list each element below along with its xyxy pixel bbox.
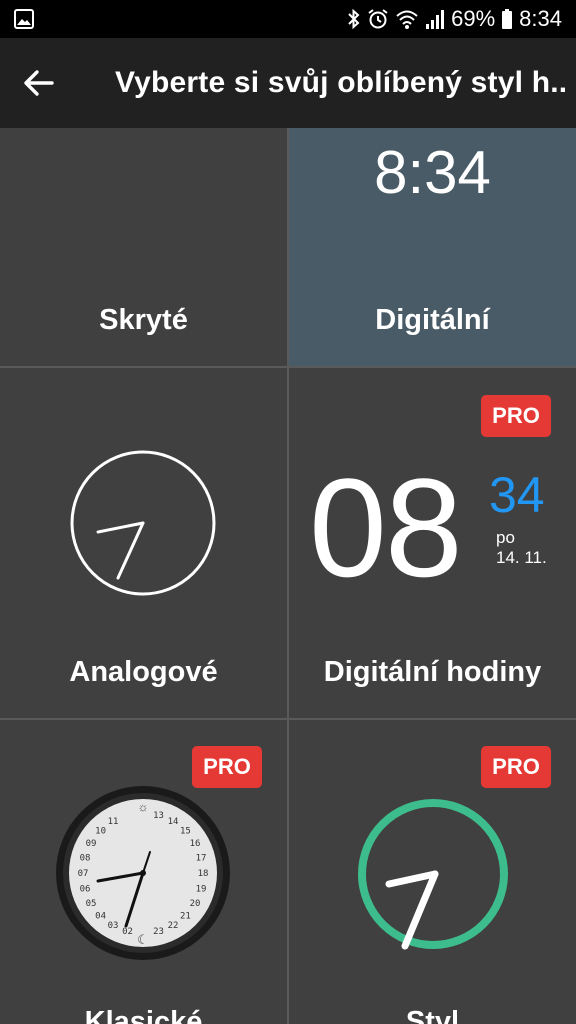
grid-divider (0, 366, 576, 368)
style-label: Analogové (69, 656, 218, 688)
style-label: Styl (405, 1006, 460, 1024)
dial-number: 08 (80, 854, 91, 864)
alarm-icon (368, 9, 388, 29)
dial-number: 11 (108, 817, 119, 827)
style-label: Digitální (375, 304, 490, 336)
clock-time: 8:34 (519, 6, 562, 31)
style-option-hidden[interactable]: Skryté (0, 128, 287, 366)
dial-number: 21 (180, 911, 191, 921)
style-option-digital-clock[interactable]: PRO 08 34 po 14. 11. Digitální hodiny (289, 368, 576, 718)
clock-date: 14. 11. (496, 548, 547, 567)
style-option-classic[interactable]: PRO 13 14 15 16 17 18 19 20 21 22 23 11 10 09 08 07 06 05… (0, 720, 287, 1024)
dial-number: 04 (95, 911, 106, 921)
app-bar: Vyberte si svůj oblíbený styl h... (0, 38, 576, 128)
dial-number: 16 (190, 839, 201, 849)
dial-number: 23 (153, 927, 164, 937)
battery-icon (502, 9, 513, 29)
style-option-style[interactable]: PRO Styl (289, 720, 576, 1024)
dial-number: 07 (78, 869, 89, 879)
clock-day: po (496, 528, 515, 547)
style-clock-preview (358, 799, 508, 950)
dial-number: 09 (86, 839, 97, 849)
style-label: Digitální hodiny (323, 656, 542, 688)
image-icon (14, 9, 34, 29)
dial-number: 19 (196, 885, 207, 895)
dial-number: 05 (86, 899, 97, 909)
battery-percent: 69% (451, 6, 496, 31)
dial-number: 02 (122, 927, 133, 937)
style-grid: Skryté 8:34 Digitální Analogové PRO 08 3… (0, 128, 576, 1024)
style-label: Klasické (84, 1006, 203, 1024)
dial-number: 20 (190, 899, 201, 909)
clock-hour: 08 (309, 449, 463, 606)
arrow-left-icon[interactable] (22, 66, 56, 100)
style-label: Skryté (99, 304, 188, 336)
dial-number: 14 (168, 817, 179, 827)
classic-clock-preview: 13 1415 16 17 18 19 20 2122 23 1110 09 08 07 06 05 0403… (56, 786, 230, 960)
dial-number: 15 (180, 827, 191, 837)
dial-number: 10 (95, 827, 106, 837)
signal-icon (426, 10, 445, 29)
pro-badge: PRO (192, 746, 262, 788)
dial-number: 13 (153, 811, 164, 821)
style-option-analog[interactable]: Analogové (0, 368, 287, 718)
dial-number: 17 (196, 854, 207, 864)
grid-divider (287, 128, 289, 1024)
dial-number: 03 (108, 921, 119, 931)
pro-badge: PRO (481, 746, 551, 788)
style-option-digital[interactable]: 8:34 Digitální (289, 128, 576, 366)
dial-number: 18 (198, 869, 209, 879)
clock-minute: 34 (489, 467, 545, 523)
moon-icon: ☾ (137, 932, 149, 947)
analog-clock-preview (70, 450, 216, 596)
bluetooth-icon (348, 8, 360, 30)
digital-time-preview: 8:34 (374, 139, 491, 206)
wifi-icon (396, 10, 418, 29)
dial-number: 06 (80, 885, 91, 895)
dial-number: 22 (168, 921, 179, 931)
status-bar: 69% 8:34 (0, 0, 576, 38)
page-title: Vyberte si svůj oblíbený styl h... (115, 66, 565, 99)
pro-badge: PRO (481, 395, 551, 437)
sun-icon: ☼ (138, 800, 149, 814)
grid-divider (0, 718, 576, 720)
